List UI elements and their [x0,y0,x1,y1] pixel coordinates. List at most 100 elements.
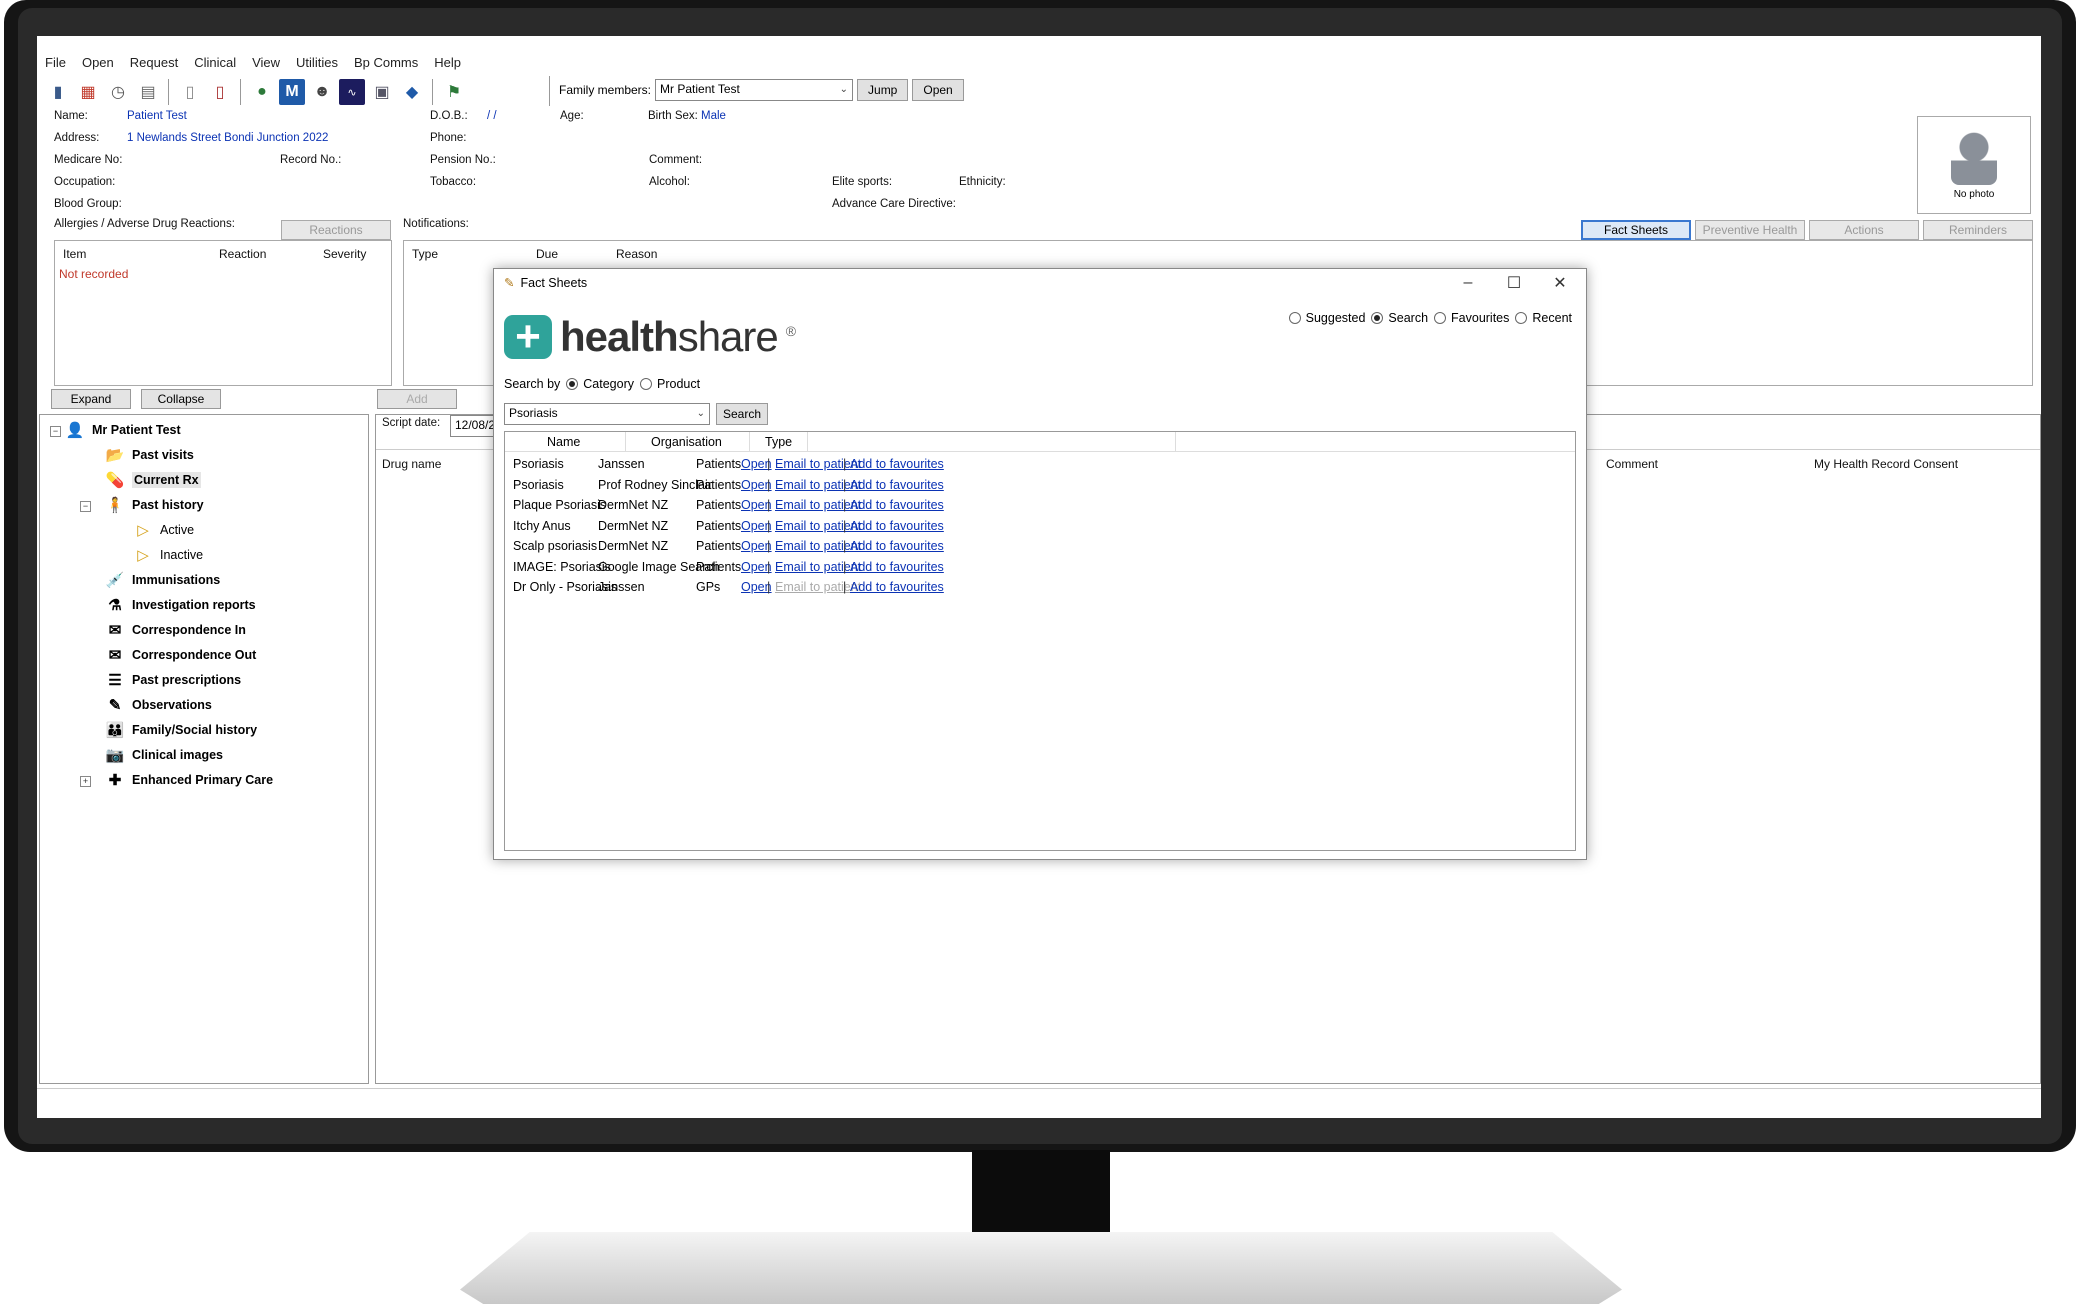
menu-help[interactable]: Help [426,52,469,74]
monitor-neck [972,1150,1110,1240]
menu-utilities[interactable]: Utilities [288,52,346,74]
add-to-favourites-link[interactable]: Add to favourites [850,457,944,471]
tree-item-investigation-reports[interactable]: ⚗ Investigation reports [104,594,255,616]
menu-open[interactable]: Open [74,52,122,74]
tree-item-label: Current Rx [132,472,201,488]
new-document-icon[interactable]: ▯ [177,79,203,105]
add-to-favourites-link[interactable]: Add to favourites [850,539,944,553]
email-to-patient-link[interactable]: Email to patient [775,478,861,492]
tree-item-correspondence-in[interactable]: ✉ Correspondence In [104,619,246,641]
add-to-favourites-link[interactable]: Add to favourites [850,580,944,594]
expand-button[interactable]: Expand [51,389,131,409]
mims-icon[interactable]: M [279,79,305,105]
search-button[interactable]: Search [716,403,769,425]
tree-item-observations[interactable]: ✎ Observations [104,694,212,716]
tree-item-past-history[interactable]: 🧍 Past history [104,494,204,516]
menu-bp-comms[interactable]: Bp Comms [346,52,426,74]
exit-icon[interactable]: ⚑ [441,79,467,105]
allergies-empty-text: Not recorded [59,267,129,281]
tree-item-inactive[interactable]: ▷ Inactive [132,544,203,566]
close-icon[interactable]: ✕ [1538,271,1582,295]
letter-icon[interactable]: ▯ [207,79,233,105]
search-input[interactable]: Psoriasis ⌄ [504,403,710,425]
doctor-icon[interactable]: ☻ [309,79,335,105]
tree-item-correspondence-out[interactable]: ✉ Correspondence Out [104,644,257,666]
tree-item-current-rx[interactable]: 💊 Current Rx [104,469,201,491]
col-organisation: Organisation [651,435,722,449]
tree-item-enhanced-primary-care[interactable]: ✚ Enhanced Primary Care [104,769,273,791]
radio-label: Favourites [1451,311,1510,325]
tree-item-past-visits[interactable]: 📂 Past visits [104,444,194,466]
tree-item-label: Clinical images [132,748,224,762]
avatar-icon [1951,130,1997,185]
triangle-icon: ▷ [137,547,149,564]
records-icon[interactable]: ▤ [135,79,161,105]
table-row[interactable]: Itchy Anus DermNet NZ Patients Open | Email t… [505,516,1575,536]
jump-button[interactable]: Jump [857,79,909,101]
email-to-patient-link[interactable]: Email to patient [775,457,861,471]
expand-toggle-icon[interactable]: + [80,776,91,787]
menu-file[interactable]: File [37,52,74,74]
search-by-product[interactable]: Product [640,377,700,391]
cell-type: Patients [696,559,742,574]
add-rx-button[interactable]: Add [377,389,457,409]
search-by-category[interactable]: Category [566,377,634,391]
tree-item-active[interactable]: ▷ Active [132,519,194,541]
collapse-button[interactable]: Collapse [141,389,221,409]
mode-radio-favourites[interactable]: Favourites [1434,311,1509,325]
open-button[interactable]: Open [912,79,964,101]
search-query: Psoriasis [509,406,558,420]
email-to-patient-link[interactable]: Email to patient [775,560,861,574]
mode-radio-search[interactable]: Search [1371,311,1428,325]
tree-item-immunisations[interactable]: 💉 Immunisations [104,569,221,591]
tab-reminders[interactable]: Reminders [1923,220,2033,240]
family-members-select[interactable]: Mr Patient Test ⌄ [655,79,854,101]
phone-label: Phone: [430,132,467,144]
mode-radio-suggested[interactable]: Suggested [1288,311,1365,325]
printer-icon[interactable]: ▣ [369,79,395,105]
table-row[interactable]: Psoriasis Janssen Patients Open | Email to pa… [505,454,1575,474]
menu-view[interactable]: View [244,52,288,74]
patient-icon: 👤 [65,422,85,439]
collapse-toggle-icon[interactable]: − [50,426,61,437]
email-to-patient-link[interactable]: Email to patient [775,498,861,512]
table-row[interactable]: Plaque Psoriasis DermNet NZ Patients Open | E… [505,495,1575,515]
maximize-icon[interactable]: ☐ [1492,271,1536,295]
chart-icon[interactable]: ∿ [339,79,365,105]
email-to-patient-link[interactable]: Email to patient [775,539,861,553]
menu-request[interactable]: Request [122,52,186,74]
menu-clinical[interactable]: Clinical [186,52,244,74]
table-row[interactable]: Scalp psoriasis DermNet NZ Patients Open | Em… [505,536,1575,556]
tree-item-clinical-images[interactable]: 📷 Clinical images [104,744,223,766]
mode-radio-recent[interactable]: Recent [1515,311,1572,325]
table-row[interactable]: Dr Only - Psoriasis Janssen GPs Open | Email … [505,577,1575,597]
add-to-favourites-link[interactable]: Add to favourites [850,478,944,492]
table-row[interactable]: IMAGE: Psoriasis Google Image Search Patie… [505,557,1575,577]
diamond-icon[interactable]: ◆ [399,79,425,105]
monitor-base [460,1232,1622,1304]
add-to-favourites-link[interactable]: Add to favourites [850,498,944,512]
flask-icon: ⚗ [108,597,122,614]
collapse-toggle-icon[interactable]: − [80,501,91,512]
globe-icon[interactable]: ● [249,79,275,105]
database-icon[interactable]: ▮ [45,79,71,105]
add-to-favourites-link[interactable]: Add to favourites [850,560,944,574]
reactions-button[interactable]: Reactions [281,220,391,240]
tree-item-family-social-history[interactable]: 👪 Family/Social history [104,719,257,741]
tab-actions[interactable]: Actions [1809,220,1919,240]
allergies-list[interactable]: Item Reaction Severity Not recorded [54,240,392,386]
calendar-icon[interactable]: ▦ [75,79,101,105]
tab-preventive-health[interactable]: Preventive Health [1695,220,1805,240]
tree-item-past-prescriptions[interactable]: ☰ Past prescriptions [104,669,241,691]
cell-name: Psoriasis [513,477,564,492]
clock-icon[interactable]: ◷ [105,79,131,105]
patient-photo[interactable]: No photo [1917,116,2031,214]
table-row[interactable]: Psoriasis Prof Rodney Sinclair Patients Ope… [505,475,1575,495]
add-to-favourites-link[interactable]: Add to favourites [850,519,944,533]
minimize-icon[interactable]: – [1446,271,1490,295]
app-window: File Open Request Clinical View Utilities Bp C… [37,36,2041,1118]
tab-fact-sheets[interactable]: Fact Sheets [1581,220,1691,240]
tree-item-mr-patient-test[interactable]: 👤 Mr Patient Test [64,419,181,441]
toolbar-separator [432,79,434,105]
email-to-patient-link[interactable]: Email to patient [775,519,861,533]
